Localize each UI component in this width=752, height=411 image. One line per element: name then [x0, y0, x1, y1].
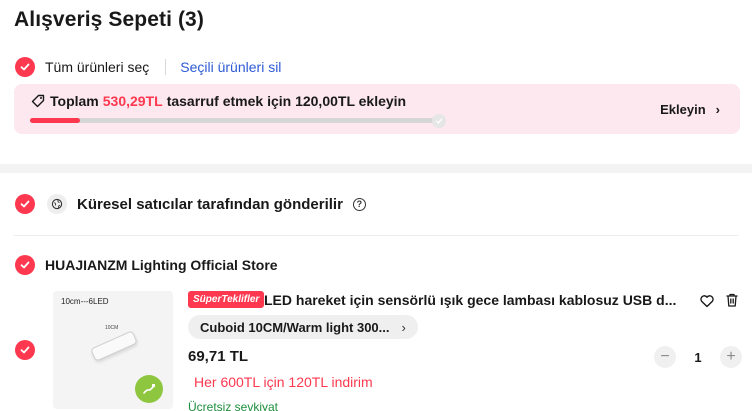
promo-amount: 530,29TL — [102, 93, 163, 109]
select-all-label[interactable]: Tüm ürünleri seç — [45, 59, 149, 75]
shipping-group-label: Küresel satıcılar tarafından gönderilir — [77, 195, 343, 213]
promo-progress-fill — [30, 118, 80, 123]
promo-add-label: Ekleyin — [660, 102, 706, 117]
product-image-dimension: 10CM — [105, 325, 119, 331]
promo-text: Toplam 530,29TL tasarruf etmek için 120,… — [30, 93, 406, 109]
item-checkbox[interactable] — [15, 340, 35, 360]
chevron-right-icon: › — [715, 102, 720, 117]
lamp-illustration — [90, 330, 138, 362]
discount-text: Her 600TL için 120TL indirim — [194, 374, 373, 390]
delete-selected-link[interactable]: Seçili ürünleri sil — [180, 59, 281, 75]
usb-cable-icon — [135, 375, 163, 403]
section-separator — [0, 164, 752, 173]
globe-icon — [47, 194, 67, 214]
product-price: 69,71 TL — [188, 348, 249, 365]
divider — [165, 59, 167, 75]
product-image-caption: 10cm---6LED — [61, 297, 109, 306]
trash-icon[interactable] — [724, 292, 740, 308]
promo-add-button[interactable]: Ekleyin › — [660, 102, 720, 117]
promo-suffix: tasarruf etmek için 120,00TL ekleyin — [166, 93, 407, 109]
check-icon — [20, 63, 30, 71]
super-deals-badge: SüperTeklifler — [188, 291, 265, 308]
chevron-right-icon: › — [401, 319, 406, 335]
variant-selector[interactable]: Cuboid 10CM/Warm light 300... › — [188, 315, 418, 339]
progress-end-check — [432, 114, 446, 128]
increase-quantity-button[interactable]: + — [720, 346, 742, 368]
check-icon — [20, 261, 30, 269]
store-row: HUAJIANZM Lighting Official Store — [15, 254, 278, 276]
question-icon[interactable]: ? — [352, 197, 366, 211]
decrease-quantity-button[interactable]: − — [654, 346, 676, 368]
select-all-checkbox[interactable] — [15, 57, 35, 77]
store-checkbox[interactable] — [15, 255, 35, 275]
shipping-group-row: Küresel satıcılar tarafından gönderilir … — [15, 193, 366, 215]
store-name[interactable]: HUAJIANZM Lighting Official Store — [45, 257, 278, 273]
quantity-stepper: − 1 + — [654, 346, 742, 368]
variant-label: Cuboid 10CM/Warm light 300... — [200, 319, 390, 335]
product-image[interactable]: 10cm---6LED 10CM — [53, 291, 173, 409]
promo-progress-bar — [30, 118, 444, 123]
quantity-value: 1 — [694, 349, 702, 365]
check-icon — [435, 118, 443, 124]
select-row: Tüm ürünleri seç Seçili ürünleri sil — [15, 56, 281, 78]
page-title: Alışveriş Sepeti (3) — [14, 8, 204, 31]
product-title[interactable]: LED hareket için sensörlü ışık gece lamb… — [264, 292, 690, 308]
promo-banner: Toplam 530,29TL tasarruf etmek için 120,… — [14, 84, 740, 134]
check-icon — [20, 346, 30, 354]
tag-icon — [31, 94, 45, 108]
shipping-group-checkbox[interactable] — [15, 194, 35, 214]
free-shipping-text: Ücretsiz sevkiyat — [188, 400, 279, 411]
check-icon — [20, 200, 30, 208]
promo-prefix: Toplam — [50, 93, 99, 109]
divider — [14, 235, 738, 236]
heart-icon[interactable] — [699, 293, 715, 309]
